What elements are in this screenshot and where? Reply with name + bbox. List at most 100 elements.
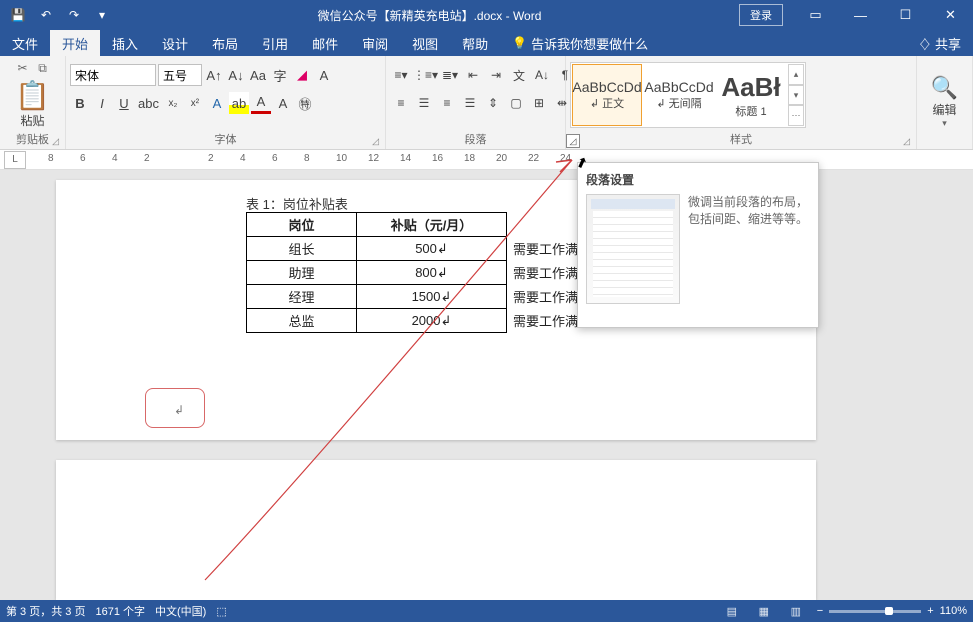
sort-icon[interactable]: A↓ — [531, 64, 553, 86]
close-icon[interactable]: ✕ — [928, 0, 973, 30]
style-nospacing[interactable]: AaBbCcDd↲ 无间隔 — [644, 64, 714, 126]
lightbulb-icon: 💡 — [512, 36, 527, 50]
editing-dropdown-icon[interactable]: ▾ — [931, 118, 958, 129]
zoom-slider[interactable] — [829, 610, 921, 613]
tab-layout[interactable]: 布局 — [200, 30, 250, 57]
enclose-char-icon[interactable]: ㊕ — [295, 92, 315, 114]
language[interactable]: 中文(中国) — [155, 603, 206, 619]
asian-layout-icon[interactable]: 文 — [508, 64, 530, 86]
maximize-icon[interactable]: ☐ — [883, 0, 928, 30]
shrink-font-icon[interactable]: A↓ — [226, 64, 246, 86]
window-title: 微信公众号【新精英充电站】.docx - Word — [120, 7, 739, 24]
paste-label[interactable]: 粘贴 — [14, 112, 52, 129]
align-center-icon[interactable]: ☰ — [413, 92, 435, 114]
data-table[interactable]: 岗位 补贴（元/月） 组长500↲需要工作满 助理800↲需要工作满 经理150… — [246, 212, 591, 333]
undo-icon[interactable]: ↶ — [34, 3, 58, 27]
font-launcher-icon[interactable]: ◿ — [372, 136, 379, 147]
tab-home[interactable]: 开始 — [50, 30, 100, 57]
line-spacing-icon[interactable]: ⇕ — [482, 92, 504, 114]
page-count[interactable]: 第 3 页，共 3 页 — [6, 603, 85, 619]
grow-font-icon[interactable]: A↑ — [204, 64, 224, 86]
style-normal[interactable]: AaBbCcDd↲ 正文 — [572, 64, 642, 126]
copy-icon[interactable]: ⧉ — [34, 59, 52, 77]
subscript-button[interactable]: x₂ — [163, 92, 183, 114]
share-button[interactable]: ♢ 共享 — [918, 34, 973, 53]
login-button[interactable]: 登录 — [739, 4, 783, 26]
tab-insert[interactable]: 插入 — [100, 30, 150, 57]
tab-design[interactable]: 设计 — [150, 30, 200, 57]
zoom-in-icon[interactable]: + — [927, 605, 933, 617]
tab-help[interactable]: 帮助 — [450, 30, 500, 57]
styles-launcher-icon[interactable]: ◿ — [903, 136, 910, 147]
print-layout-icon[interactable]: ▦ — [753, 602, 775, 620]
tab-mailings[interactable]: 邮件 — [300, 30, 350, 57]
numbering-icon[interactable]: ⋮≡▾ — [413, 64, 438, 86]
tab-references[interactable]: 引用 — [250, 30, 300, 57]
align-left-icon[interactable]: ≡ — [390, 92, 412, 114]
underline-button[interactable]: U — [114, 92, 134, 114]
tab-file[interactable]: 文件 — [0, 30, 50, 57]
group-font: A↑ A↓ Aa 字 ◢ A B I U abc x₂ x² A ab A A … — [66, 56, 386, 149]
shading-icon[interactable]: ▢ — [505, 92, 527, 114]
paste-icon[interactable]: 📋 — [14, 79, 52, 112]
zoom-level[interactable]: 110% — [940, 605, 967, 617]
bullets-icon[interactable]: ≡▾ — [390, 64, 412, 86]
phonetic-guide-icon[interactable]: 字 — [270, 64, 290, 86]
ribbon-options-icon[interactable]: ▭ — [793, 0, 838, 30]
zoom-out-icon[interactable]: − — [817, 605, 823, 617]
web-layout-icon[interactable]: ▥ — [785, 602, 807, 620]
borders-icon[interactable]: ⊞ — [528, 92, 550, 114]
superscript-button[interactable]: x² — [185, 92, 205, 114]
read-mode-icon[interactable]: ▤ — [721, 602, 743, 620]
bold-button[interactable]: B — [70, 92, 90, 114]
text-effect-icon[interactable]: A — [207, 92, 227, 114]
redo-icon[interactable]: ↷ — [62, 3, 86, 27]
page-2[interactable] — [56, 460, 816, 600]
strikethrough-button[interactable]: abc — [136, 92, 161, 114]
font-size-combo[interactable] — [158, 64, 202, 86]
font-name-combo[interactable] — [70, 64, 156, 86]
font-color-icon[interactable]: A — [251, 92, 271, 114]
clipboard-launcher-icon[interactable]: ◿ — [52, 136, 59, 147]
table-caption[interactable]: 表 1：岗位补贴表 — [246, 194, 348, 213]
increase-indent-icon[interactable]: ⇥ — [485, 64, 507, 86]
word-count[interactable]: 1671 个字 — [95, 603, 145, 619]
style-heading1[interactable]: AaBł标题 1 — [716, 64, 786, 126]
multilevel-icon[interactable]: ≣▾ — [439, 64, 461, 86]
zoom-control[interactable]: − + 110% — [817, 605, 967, 617]
tab-view[interactable]: 视图 — [400, 30, 450, 57]
horizontal-ruler[interactable]: L 8 6 4 2 2 4 6 8 10 12 14 16 18 20 22 2… — [0, 150, 973, 170]
find-icon[interactable]: 🔍 — [931, 75, 958, 101]
highlight-icon[interactable]: ab — [229, 92, 249, 114]
tab-review[interactable]: 审阅 — [350, 30, 400, 57]
cut-icon[interactable]: ✂ — [14, 59, 32, 77]
minimize-icon[interactable]: — — [838, 0, 883, 30]
header-col1[interactable]: 岗位 — [247, 213, 357, 237]
styles-more[interactable]: ▴▾⋯ — [788, 64, 804, 126]
change-case-icon[interactable]: Aa — [248, 64, 268, 86]
table-row[interactable]: 助理800↲需要工作满 — [247, 261, 591, 285]
group-editing: 🔍 编辑 ▾ — [917, 56, 973, 149]
tell-me[interactable]: 💡告诉我你想要做什么 — [500, 30, 660, 57]
qat-dropdown-icon[interactable]: ▾ — [90, 3, 114, 27]
table-row[interactable]: 组长500↲需要工作满 — [247, 237, 591, 261]
tooltip-preview-image — [586, 194, 680, 304]
italic-button[interactable]: I — [92, 92, 112, 114]
justify-icon[interactable]: ☰ — [459, 92, 481, 114]
table-row[interactable]: 经理1500↲需要工作满 — [247, 285, 591, 309]
annotation-circle — [145, 388, 205, 428]
header-col2[interactable]: 补贴（元/月） — [357, 213, 507, 237]
document-area[interactable]: 表 1：岗位补贴表 岗位 补贴（元/月） 组长500↲需要工作满 助理800↲需… — [0, 170, 973, 600]
styles-gallery[interactable]: AaBbCcDd↲ 正文 AaBbCcDd↲ 无间隔 AaBł标题 1 ▴▾⋯ — [570, 62, 806, 128]
clear-format-icon[interactable]: ◢ — [292, 64, 312, 86]
table-row[interactable]: 总监2000↲需要工作满 — [247, 309, 591, 333]
tab-selector[interactable]: L — [4, 151, 26, 169]
macro-icon[interactable]: ⬚ — [216, 605, 226, 618]
align-right-icon[interactable]: ≡ — [436, 92, 458, 114]
editing-label-text[interactable]: 编辑 — [931, 101, 958, 118]
save-icon[interactable]: 💾 — [6, 3, 30, 27]
char-shading-icon[interactable]: A — [273, 92, 293, 114]
decrease-indent-icon[interactable]: ⇤ — [462, 64, 484, 86]
char-border-icon[interactable]: A — [314, 64, 334, 86]
table-header-row[interactable]: 岗位 补贴（元/月） — [247, 213, 591, 237]
